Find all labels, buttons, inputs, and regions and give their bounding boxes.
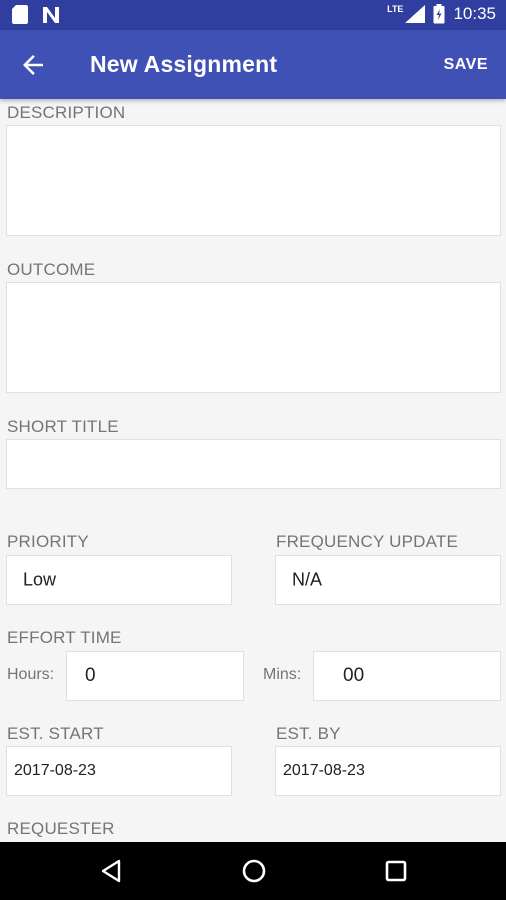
outcome-field[interactable] xyxy=(6,282,501,393)
est-start-date-field[interactable]: 2017-08-23 xyxy=(6,746,232,796)
est-by-value: 2017-08-23 xyxy=(283,762,365,779)
frequency-update-value: N/A xyxy=(292,569,323,590)
est-by-date-field[interactable]: 2017-08-23 xyxy=(275,746,501,796)
back-arrow-icon[interactable] xyxy=(18,50,48,80)
hours-input[interactable]: 0 xyxy=(66,651,244,701)
description-field[interactable] xyxy=(6,125,501,236)
frequency-update-label: FREQUENCY UPDATE xyxy=(276,532,459,551)
mins-input[interactable]: 00 xyxy=(313,651,501,701)
requester-label: REQUESTER xyxy=(7,819,115,838)
short-title-label: SHORT TITLE xyxy=(7,417,119,436)
mins-label: Mins: xyxy=(263,666,302,683)
est-start-value: 2017-08-23 xyxy=(14,762,96,779)
mins-value: 00 xyxy=(343,665,365,686)
sd-card-icon xyxy=(12,5,28,24)
system-nav-bar xyxy=(0,842,506,900)
nav-recents-icon[interactable] xyxy=(381,856,411,886)
priority-label: PRIORITY xyxy=(7,532,89,551)
notification-n-icon xyxy=(43,6,59,23)
signal-icon xyxy=(405,5,426,23)
est-start-label: EST. START xyxy=(7,724,104,743)
frequency-update-select[interactable]: N/A xyxy=(275,555,501,605)
assignment-form: DESCRIPTION OUTCOME SHORT TITLE PRIORITY… xyxy=(0,99,506,842)
est-by-label: EST. BY xyxy=(276,724,341,743)
outcome-label: OUTCOME xyxy=(7,260,96,279)
effort-time-label: EFFORT TIME xyxy=(7,628,122,647)
clock-time: 10:35 xyxy=(453,4,496,23)
app-bar: New Assignment SAVE xyxy=(0,30,506,99)
hours-value: 0 xyxy=(85,665,96,686)
network-type-label: LTE xyxy=(387,4,404,14)
hours-label: Hours: xyxy=(7,666,55,683)
description-label: DESCRIPTION xyxy=(7,103,126,122)
nav-back-icon[interactable] xyxy=(96,856,126,886)
save-button[interactable]: SAVE xyxy=(444,56,488,74)
priority-select[interactable]: Low xyxy=(6,555,232,605)
nav-home-icon[interactable] xyxy=(239,856,269,886)
battery-icon xyxy=(433,4,445,24)
page-title: New Assignment xyxy=(90,51,278,77)
status-bar: LTE 10:35 xyxy=(0,0,506,30)
short-title-field[interactable] xyxy=(6,439,501,489)
priority-value: Low xyxy=(23,569,57,590)
